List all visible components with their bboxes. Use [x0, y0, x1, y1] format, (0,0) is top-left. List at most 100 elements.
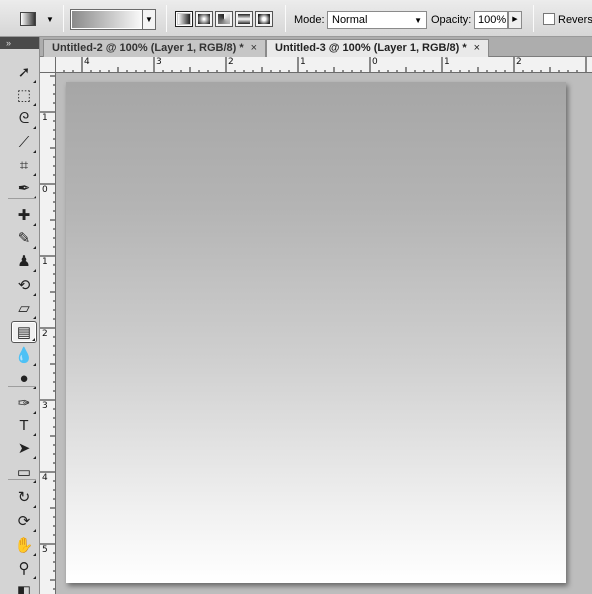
zoom-tool-icon: ⚲ — [18, 560, 30, 577]
type-tool-icon: T — [19, 417, 29, 434]
path-selection-tool-button[interactable]: ➤ — [11, 438, 37, 460]
tools-panel: » ➚ ⬚ ᘓ ⟋ ⌗ ✒ ✚ ✎ ♟ ⟲ ▱ ▤ 💧 ● ✑ T ➤ ▭ ↻ ⟳ ✋ ⚲ ◧ — [0, 37, 40, 594]
lasso-tool-icon: ᘓ — [18, 110, 30, 127]
ruler-label: 1 — [444, 57, 450, 67]
radial-gradient-icon — [198, 14, 210, 24]
3d-rotate-tool-icon: ↻ — [17, 489, 31, 506]
healing-brush-tool-button[interactable]: ✚ — [11, 205, 37, 227]
flyout-indicator-icon — [33, 269, 36, 272]
crop-tool-button[interactable]: ⌗ — [11, 155, 37, 177]
ruler-label: 1 — [42, 113, 48, 123]
history-brush-tool-button[interactable]: ⟲ — [11, 275, 37, 297]
mode-select[interactable]: Normal ▼ — [327, 11, 427, 29]
hand-tool-button[interactable]: ✋ — [11, 535, 37, 557]
crop-tool-icon: ⌗ — [19, 157, 29, 174]
3d-rotate-tool-button[interactable]: ↻ — [11, 487, 37, 509]
marquee-tool-icon: ⬚ — [16, 87, 32, 104]
ruler-label: 2 — [516, 57, 522, 67]
canvas-workspace[interactable] — [57, 74, 592, 594]
lasso-tool-button[interactable]: ᘓ — [11, 108, 37, 130]
flyout-indicator-icon — [33, 505, 36, 508]
flyout-indicator-icon — [33, 576, 36, 579]
diamond-gradient-button[interactable] — [255, 11, 273, 27]
chevron-down-icon[interactable]: ▼ — [142, 10, 155, 29]
gradient-picker[interactable]: ▼ — [70, 9, 156, 30]
opacity-slider-button[interactable]: ▶ — [508, 11, 522, 29]
ruler-label: 2 — [42, 329, 48, 339]
ruler-label: 0 — [372, 57, 378, 67]
type-tool-button[interactable]: T — [11, 415, 37, 437]
ruler-origin[interactable] — [40, 57, 56, 73]
flyout-indicator-icon — [33, 150, 36, 153]
opacity-label: Opacity: — [431, 14, 472, 26]
ruler-label: 3 — [156, 57, 162, 67]
tab-label: Untitled-2 @ 100% (Layer 1, RGB/8) * — [52, 42, 244, 54]
color-swatches-button[interactable]: ◧ — [11, 581, 37, 594]
document-tab-bar: Untitled-2 @ 100% (Layer 1, RGB/8) * × Un… — [40, 37, 592, 57]
ruler-label: 4 — [84, 57, 90, 67]
reverse-checkbox[interactable] — [543, 13, 555, 25]
tool-group-divider — [8, 479, 36, 480]
gradient-preview[interactable] — [72, 11, 142, 28]
opacity-input[interactable]: 100% — [474, 11, 508, 29]
ruler-label: 3 — [42, 401, 48, 411]
clone-stamp-tool-button[interactable]: ♟ — [11, 251, 37, 273]
document-canvas[interactable] — [66, 82, 566, 583]
gradient-tool-icon: ▤ — [16, 324, 32, 341]
magic-wand-tool-icon: ⟋ — [18, 134, 30, 151]
eraser-tool-button[interactable]: ▱ — [11, 298, 37, 320]
flyout-indicator-icon — [33, 363, 36, 366]
color-swatches-icon: ◧ — [16, 583, 32, 594]
blur-tool-button[interactable]: 💧 — [11, 345, 37, 367]
ruler-label: 1 — [300, 57, 306, 67]
angle-gradient-button[interactable] — [215, 11, 233, 27]
flyout-indicator-icon — [33, 480, 36, 483]
tab-untitled-2[interactable]: Untitled-2 @ 100% (Layer 1, RGB/8) * × — [43, 39, 267, 57]
ruler-label: 0 — [42, 185, 48, 195]
gradient-tool-icon — [20, 12, 36, 26]
reflected-gradient-icon — [238, 14, 250, 24]
reflected-gradient-button[interactable] — [235, 11, 253, 27]
shape-tool-button[interactable]: ▭ — [11, 462, 37, 484]
tab-untitled-3[interactable]: Untitled-3 @ 100% (Layer 1, RGB/8) * × — [266, 39, 490, 57]
pen-tool-button[interactable]: ✑ — [11, 393, 37, 415]
3d-orbit-tool-icon: ⟳ — [17, 513, 31, 530]
flyout-indicator-icon — [33, 553, 36, 556]
close-icon[interactable]: × — [251, 42, 257, 54]
divider — [285, 5, 286, 32]
marquee-tool-button[interactable]: ⬚ — [11, 85, 37, 107]
angle-gradient-icon — [218, 14, 230, 24]
3d-orbit-tool-button[interactable]: ⟳ — [11, 511, 37, 533]
divider — [533, 5, 534, 32]
move-tool-button[interactable]: ➚ — [11, 62, 37, 84]
radial-gradient-button[interactable] — [195, 11, 213, 27]
blur-tool-icon: 💧 — [14, 347, 34, 364]
flyout-indicator-icon — [33, 103, 36, 106]
reverse-label: Reverse — [558, 14, 592, 26]
vertical-ruler[interactable]: 1 0 1 2 3 4 5 — [40, 73, 56, 594]
zoom-tool-button[interactable]: ⚲ — [11, 558, 37, 580]
flyout-indicator-icon — [33, 456, 36, 459]
gradient-tool-button[interactable]: ▤ — [11, 321, 37, 343]
tool-preset-picker[interactable]: ▼ — [14, 9, 58, 29]
flyout-indicator-icon — [33, 126, 36, 129]
close-icon[interactable]: × — [474, 42, 480, 54]
horizontal-ruler[interactable]: 4 3 2 1 0 1 2 — [56, 57, 592, 73]
horizontal-ruler-ticks — [63, 57, 587, 72]
brush-tool-icon: ✎ — [17, 230, 31, 247]
panel-collapse-button[interactable]: » — [0, 37, 39, 49]
linear-gradient-button[interactable] — [175, 11, 193, 27]
brush-tool-button[interactable]: ✎ — [11, 228, 37, 250]
flyout-indicator-icon — [33, 411, 36, 414]
mode-value: Normal — [332, 14, 368, 26]
options-bar: ▼ ▼ Mode: Normal ▼ Opacity: 100% ▶ Rever… — [0, 0, 592, 37]
mode-label: Mode: — [294, 14, 325, 26]
chevron-down-icon: ▼ — [414, 16, 422, 25]
eyedropper-tool-button[interactable]: ✒ — [11, 178, 37, 200]
flyout-indicator-icon — [33, 246, 36, 249]
linear-gradient-icon — [178, 14, 190, 24]
magic-wand-tool-button[interactable]: ⟋ — [11, 132, 37, 154]
ruler-label: 1 — [42, 257, 48, 267]
flyout-indicator-icon — [33, 173, 36, 176]
flyout-indicator-icon — [33, 529, 36, 532]
